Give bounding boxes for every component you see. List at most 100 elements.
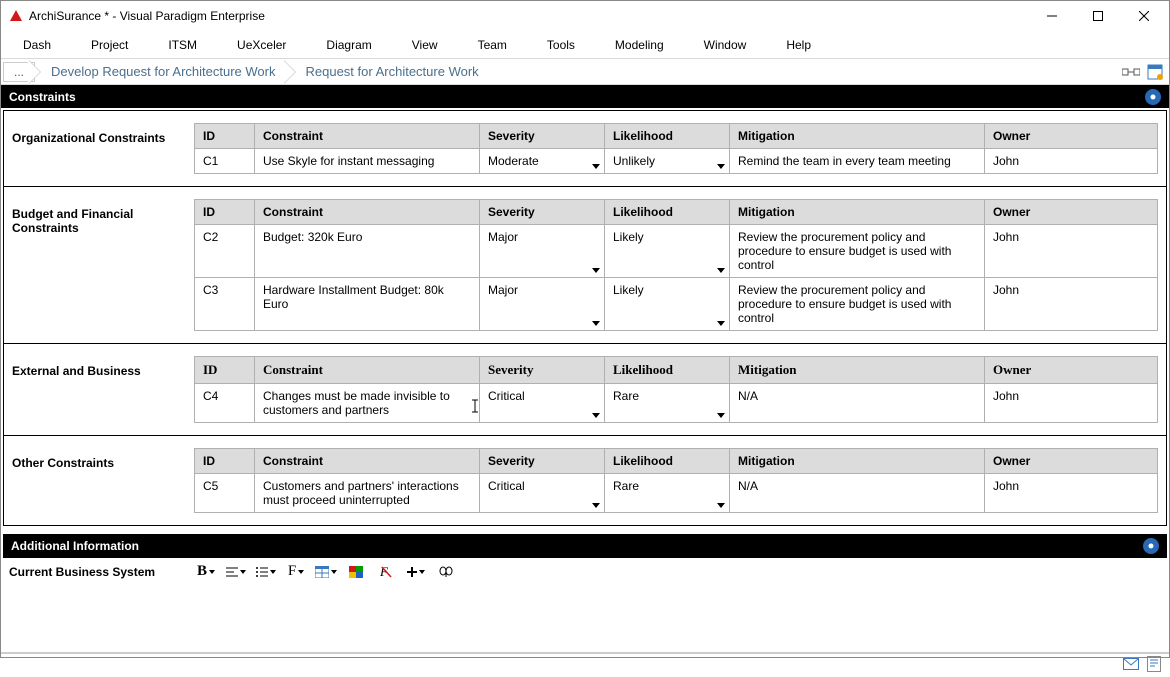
menu-project[interactable]: Project bbox=[75, 34, 144, 56]
menu-modeling[interactable]: Modeling bbox=[599, 34, 680, 56]
cell-constraint[interactable]: Budget: 320k Euro bbox=[255, 225, 480, 278]
cell-owner[interactable]: John bbox=[985, 225, 1158, 278]
color-button[interactable] bbox=[343, 561, 369, 583]
dropdown-caret-icon[interactable] bbox=[717, 268, 725, 273]
column-header-constraint[interactable]: Constraint bbox=[255, 357, 480, 384]
menu-window[interactable]: Window bbox=[688, 34, 763, 56]
cell-likelihood[interactable]: Likely bbox=[605, 278, 730, 331]
table-row[interactable]: C2Budget: 320k EuroMajorLikelyReview the… bbox=[195, 225, 1158, 278]
cell-constraint[interactable]: Hardware Installment Budget: 80k Euro bbox=[255, 278, 480, 331]
cell-severity[interactable]: Major bbox=[480, 225, 605, 278]
dropdown-caret-icon[interactable] bbox=[592, 503, 600, 508]
maximize-button[interactable] bbox=[1075, 1, 1121, 31]
cell-id[interactable]: C1 bbox=[195, 149, 255, 174]
dropdown-caret-icon[interactable] bbox=[592, 268, 600, 273]
column-header-mitigation[interactable]: Mitigation bbox=[730, 200, 985, 225]
column-header-severity[interactable]: Severity bbox=[480, 449, 605, 474]
new-view-icon[interactable] bbox=[1145, 62, 1165, 82]
menu-tools[interactable]: Tools bbox=[531, 34, 591, 56]
column-header-severity[interactable]: Severity bbox=[480, 357, 605, 384]
cell-severity[interactable]: Critical bbox=[480, 474, 605, 513]
cell-likelihood[interactable]: Rare bbox=[605, 474, 730, 513]
column-header-id[interactable]: ID bbox=[195, 124, 255, 149]
table-row[interactable]: C5Customers and partners' interactions m… bbox=[195, 474, 1158, 513]
clear-format-button[interactable]: F bbox=[373, 561, 399, 583]
insert-button[interactable] bbox=[403, 561, 429, 583]
pin-icon[interactable] bbox=[1145, 89, 1161, 105]
cell-severity[interactable]: Moderate bbox=[480, 149, 605, 174]
font-button[interactable]: F bbox=[283, 561, 309, 583]
list-button[interactable] bbox=[253, 561, 279, 583]
menu-view[interactable]: View bbox=[396, 34, 454, 56]
menu-help[interactable]: Help bbox=[770, 34, 827, 56]
column-header-likelihood[interactable]: Likelihood bbox=[605, 200, 730, 225]
cell-id[interactable]: C2 bbox=[195, 225, 255, 278]
cell-severity[interactable]: Major bbox=[480, 278, 605, 331]
column-header-owner[interactable]: Owner bbox=[985, 124, 1158, 149]
pin-icon[interactable] bbox=[1143, 538, 1159, 554]
cell-constraint[interactable]: Customers and partners' interactions mus… bbox=[255, 474, 480, 513]
note-icon[interactable] bbox=[1147, 656, 1161, 675]
cell-likelihood[interactable]: Likely bbox=[605, 225, 730, 278]
column-header-constraint[interactable]: Constraint bbox=[255, 124, 480, 149]
column-header-severity[interactable]: Severity bbox=[480, 124, 605, 149]
dropdown-caret-icon[interactable] bbox=[717, 413, 725, 418]
dropdown-caret-icon[interactable] bbox=[592, 413, 600, 418]
bold-button[interactable]: B bbox=[193, 561, 219, 583]
breadcrumb-item-request[interactable]: Request for Architecture Work bbox=[284, 60, 495, 84]
column-header-severity[interactable]: Severity bbox=[480, 200, 605, 225]
menu-diagram[interactable]: Diagram bbox=[310, 34, 387, 56]
cell-constraint[interactable]: Use Skyle for instant messaging bbox=[255, 149, 480, 174]
column-header-likelihood[interactable]: Likelihood bbox=[605, 124, 730, 149]
cell-likelihood[interactable]: Rare bbox=[605, 384, 730, 423]
column-header-constraint[interactable]: Constraint bbox=[255, 200, 480, 225]
cell-id[interactable]: C4 bbox=[195, 384, 255, 423]
cell-id[interactable]: C5 bbox=[195, 474, 255, 513]
dropdown-caret-icon[interactable] bbox=[592, 321, 600, 326]
cell-mitigation[interactable]: N/A bbox=[730, 384, 985, 423]
column-header-owner[interactable]: Owner bbox=[985, 449, 1158, 474]
column-header-id[interactable]: ID bbox=[195, 357, 255, 384]
find-button[interactable] bbox=[433, 561, 459, 583]
cell-owner[interactable]: John bbox=[985, 384, 1158, 423]
column-header-mitigation[interactable]: Mitigation bbox=[730, 124, 985, 149]
menu-uexceler[interactable]: UeXceler bbox=[221, 34, 302, 56]
column-header-owner[interactable]: Owner bbox=[985, 357, 1158, 384]
cell-mitigation[interactable]: Remind the team in every team meeting bbox=[730, 149, 985, 174]
column-header-id[interactable]: ID bbox=[195, 449, 255, 474]
table-row[interactable]: C4Changes must be made invisible to cust… bbox=[195, 384, 1158, 423]
column-header-likelihood[interactable]: Likelihood bbox=[605, 357, 730, 384]
cell-owner[interactable]: John bbox=[985, 149, 1158, 174]
column-header-id[interactable]: ID bbox=[195, 200, 255, 225]
minimize-button[interactable] bbox=[1029, 1, 1075, 31]
cell-mitigation[interactable]: N/A bbox=[730, 474, 985, 513]
dropdown-caret-icon[interactable] bbox=[717, 503, 725, 508]
table-button[interactable] bbox=[313, 561, 339, 583]
column-header-owner[interactable]: Owner bbox=[985, 200, 1158, 225]
mail-icon[interactable] bbox=[1123, 658, 1139, 673]
dropdown-caret-icon[interactable] bbox=[592, 164, 600, 169]
table-row[interactable]: C3Hardware Installment Budget: 80k EuroM… bbox=[195, 278, 1158, 331]
cell-mitigation[interactable]: Review the procurement policy and proced… bbox=[730, 278, 985, 331]
cell-mitigation[interactable]: Review the procurement policy and proced… bbox=[730, 225, 985, 278]
close-button[interactable] bbox=[1121, 1, 1167, 31]
cell-owner[interactable]: John bbox=[985, 278, 1158, 331]
dropdown-caret-icon[interactable] bbox=[717, 321, 725, 326]
column-header-mitigation[interactable]: Mitigation bbox=[730, 357, 985, 384]
content-panel[interactable]: Organizational ConstraintsIDConstraintSe… bbox=[1, 108, 1169, 653]
column-header-likelihood[interactable]: Likelihood bbox=[605, 449, 730, 474]
table-row[interactable]: C1Use Skyle for instant messagingModerat… bbox=[195, 149, 1158, 174]
column-header-mitigation[interactable]: Mitigation bbox=[730, 449, 985, 474]
cell-likelihood[interactable]: Unlikely bbox=[605, 149, 730, 174]
menu-team[interactable]: Team bbox=[462, 34, 523, 56]
cell-id[interactable]: C3 bbox=[195, 278, 255, 331]
breadcrumb-item-develop[interactable]: Develop Request for Architecture Work bbox=[29, 60, 291, 84]
dropdown-caret-icon[interactable] bbox=[717, 164, 725, 169]
column-header-constraint[interactable]: Constraint bbox=[255, 449, 480, 474]
diagram-tool-icon[interactable] bbox=[1121, 62, 1141, 82]
menu-dash[interactable]: Dash bbox=[7, 34, 67, 56]
cell-owner[interactable]: John bbox=[985, 474, 1158, 513]
cell-severity[interactable]: Critical bbox=[480, 384, 605, 423]
menu-itsm[interactable]: ITSM bbox=[152, 34, 213, 56]
cell-constraint[interactable]: Changes must be made invisible to custom… bbox=[255, 384, 480, 423]
